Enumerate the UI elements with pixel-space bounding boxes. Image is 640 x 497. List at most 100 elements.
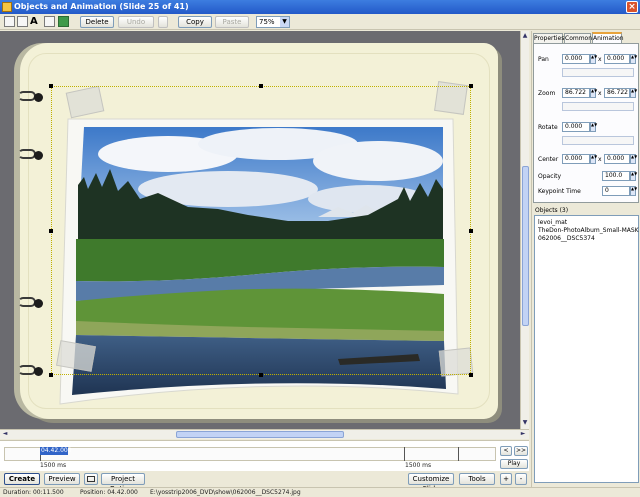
resize-handle[interactable] xyxy=(259,373,263,377)
landscape-photo[interactable] xyxy=(48,89,468,409)
timeline-track[interactable] xyxy=(4,447,496,461)
project-options-button[interactable]: Project Options xyxy=(101,473,145,493)
opacity-spinner[interactable]: ▲▼ xyxy=(630,171,637,181)
scroll-left-icon[interactable]: ◄ xyxy=(1,430,9,438)
segment-duration-left: 1500 ms xyxy=(40,462,67,469)
prev-keypoint-button[interactable]: < xyxy=(500,446,512,456)
zoom-easing-select[interactable] xyxy=(562,102,634,111)
window-icon xyxy=(87,476,95,482)
pan-y-input[interactable]: 0.000 xyxy=(604,54,630,64)
fullscreen-preview-button[interactable] xyxy=(84,473,98,485)
rotate-spinner[interactable]: ▲▼ xyxy=(590,122,597,132)
keypoint-time-label: Keypoint Time xyxy=(538,188,581,195)
pan-label: Pan xyxy=(538,56,549,63)
app-icon xyxy=(2,2,12,12)
customize-slide-button[interactable]: Customize Slide xyxy=(408,473,454,493)
create-button[interactable]: Create xyxy=(4,473,40,485)
slide-canvas[interactable] xyxy=(0,31,520,429)
list-item[interactable]: TheDon-PhotoAlbum_Small-MASK xyxy=(538,227,639,234)
zoom-select[interactable]: 75% ▼ xyxy=(256,16,290,28)
binder-ring-icon xyxy=(18,147,44,163)
timeline[interactable]: 04.42.000 1500 ms 1500 ms < >> Play xyxy=(0,440,529,471)
tab-animation[interactable]: Animation xyxy=(592,32,624,43)
rotate-label: Rotate xyxy=(538,124,558,131)
pan-y-spinner[interactable]: ▲▼ xyxy=(630,54,637,64)
add-text-icon[interactable]: A xyxy=(30,16,41,27)
play-button[interactable]: Play xyxy=(500,459,528,469)
keypoint-time-spinner[interactable]: ▲▼ xyxy=(630,186,637,196)
pan-x-spinner[interactable]: ▲▼ xyxy=(590,54,597,64)
center-separator: x xyxy=(598,156,602,163)
scroll-thumb[interactable] xyxy=(522,166,529,326)
tab-properties[interactable]: Properties xyxy=(533,33,564,43)
add-image-icon[interactable] xyxy=(17,16,28,27)
preview-button[interactable]: Preview xyxy=(44,473,80,485)
zoom-label: Zoom xyxy=(538,90,556,97)
binder-ring-icon xyxy=(18,295,44,311)
window-title-bar: Objects and Animation (Slide 25 of 41) × xyxy=(0,0,640,14)
scroll-down-icon[interactable]: ▼ xyxy=(521,419,529,427)
paste-button[interactable]: Paste xyxy=(215,16,249,28)
photo-corner-tape xyxy=(434,81,468,115)
add-video-icon[interactable] xyxy=(58,16,69,27)
zoom-x-input[interactable]: 86.722 xyxy=(562,88,590,98)
zoom-value: 75% xyxy=(259,18,275,26)
properties-panel: Properties Common Animation Pan 0.000 ▲▼… xyxy=(531,31,640,487)
zoom-y-input[interactable]: 86.722 xyxy=(604,88,630,98)
chevron-down-icon: ▼ xyxy=(280,17,289,27)
copy-button[interactable]: Copy xyxy=(178,16,212,28)
binder-ring-icon xyxy=(18,89,44,105)
rotate-easing-select[interactable] xyxy=(562,136,634,145)
timeline-keypoint[interactable] xyxy=(458,447,459,461)
keypoint-time-input[interactable]: 0 xyxy=(602,186,630,196)
remove-keypoint-button[interactable]: - xyxy=(515,473,527,485)
status-bar: Duration: 00:11.500 Position: 04.42.000 … xyxy=(0,487,640,497)
center-x-spinner[interactable]: ▲▼ xyxy=(590,154,597,164)
timeline-keypoint[interactable] xyxy=(404,447,405,461)
timeline-position[interactable]: 04.42.000 xyxy=(40,447,72,455)
canvas-horizontal-scrollbar[interactable]: ◄ ► xyxy=(0,429,529,439)
resize-handle[interactable] xyxy=(259,84,263,88)
zoom-x-spinner[interactable]: ▲▼ xyxy=(590,88,597,98)
add-shape-icon[interactable] xyxy=(44,16,55,27)
resize-handle[interactable] xyxy=(49,229,53,233)
pan-separator: x xyxy=(598,56,602,63)
scroll-right-icon[interactable]: ► xyxy=(519,430,527,438)
zoom-separator: x xyxy=(598,90,602,97)
status-file-path: E:\yosstrip2006_DVD\show\062006__DSC5274… xyxy=(150,489,301,496)
undo-button[interactable]: Undo xyxy=(118,16,154,28)
objects-label: Objects (3) xyxy=(535,207,569,214)
center-x-input[interactable]: 0.000 xyxy=(562,154,590,164)
tab-common[interactable]: Common xyxy=(564,33,592,43)
opacity-input[interactable]: 100.0 xyxy=(602,171,630,181)
scroll-up-icon[interactable]: ▲ xyxy=(521,32,529,40)
delete-button[interactable]: Delete xyxy=(80,16,114,28)
objects-list[interactable]: levoi_mat TheDon-PhotoAlbum_Small-MASK 0… xyxy=(534,215,639,483)
tools-button[interactable]: Tools xyxy=(459,473,495,485)
resize-handle[interactable] xyxy=(469,373,473,377)
rotate-input[interactable]: 0.000 xyxy=(562,122,590,132)
next-keypoint-button[interactable]: >> xyxy=(514,446,528,456)
scroll-thumb[interactable] xyxy=(176,431,344,438)
undo-dropdown-button[interactable] xyxy=(158,16,168,28)
center-y-spinner[interactable]: ▲▼ xyxy=(630,154,637,164)
toolbar: A Delete Undo Copy Paste 75% ▼ xyxy=(0,14,640,30)
zoom-y-spinner[interactable]: ▲▼ xyxy=(630,88,637,98)
list-item[interactable]: levoi_mat xyxy=(538,219,567,226)
resize-handle[interactable] xyxy=(49,84,53,88)
list-item[interactable]: 062006__DSC5374 xyxy=(538,235,595,242)
pan-easing-select[interactable] xyxy=(562,68,634,77)
center-label: Center xyxy=(538,156,559,163)
pan-x-input[interactable]: 0.000 xyxy=(562,54,590,64)
add-keypoint-button[interactable]: + xyxy=(500,473,512,485)
panel-tabs: Properties Common Animation xyxy=(533,32,640,43)
select-rect-icon[interactable] xyxy=(4,16,15,27)
canvas-vertical-scrollbar[interactable]: ▲ ▼ xyxy=(520,31,529,429)
resize-handle[interactable] xyxy=(469,229,473,233)
resize-handle[interactable] xyxy=(49,373,53,377)
center-y-input[interactable]: 0.000 xyxy=(604,154,630,164)
resize-handle[interactable] xyxy=(469,84,473,88)
segment-duration-right: 1500 ms xyxy=(405,462,432,469)
binder-ring-icon xyxy=(18,363,44,379)
close-button[interactable]: × xyxy=(626,1,638,13)
